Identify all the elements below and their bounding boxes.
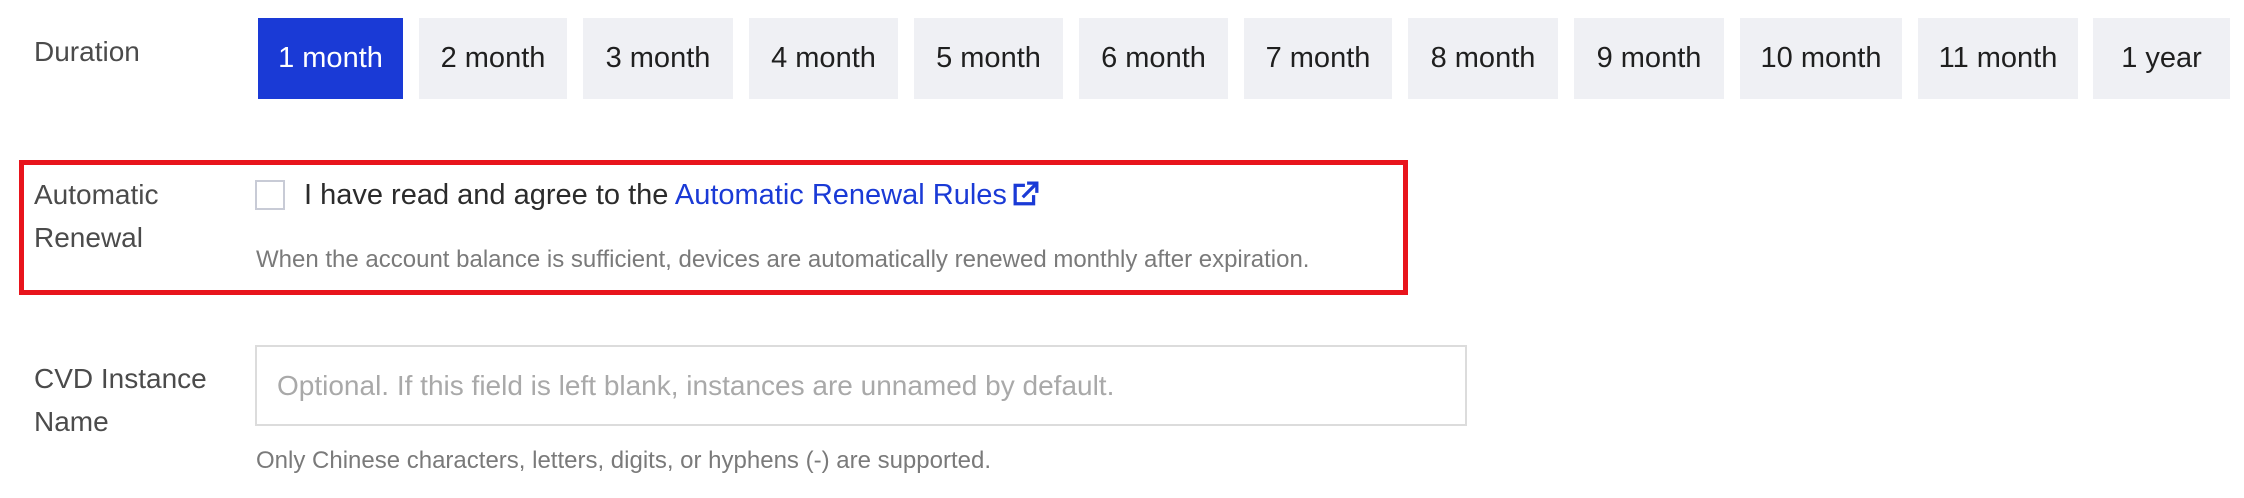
duration-option-4-month[interactable]: 4 month [749, 18, 898, 99]
auto-renewal-label: Automatic Renewal [34, 179, 159, 253]
auto-renewal-checkbox[interactable] [255, 180, 285, 210]
duration-option-6-month[interactable]: 6 month [1079, 18, 1228, 99]
instance-name-help-text: Only Chinese characters, letters, digits… [256, 447, 991, 474]
duration-option-1-year[interactable]: 1 year [2093, 18, 2230, 99]
agree-text: I have read and agree to the [304, 179, 669, 211]
duration-option-10-month[interactable]: 10 month [1740, 18, 1902, 99]
duration-option-1-month[interactable]: 1 month [258, 18, 403, 99]
duration-option-3-month[interactable]: 3 month [583, 18, 733, 99]
instance-name-input[interactable] [255, 345, 1467, 426]
duration-option-7-month[interactable]: 7 month [1244, 18, 1392, 99]
duration-label: Duration [34, 36, 140, 67]
auto-renewal-agreement: I have read and agree to the Automatic R… [304, 175, 1039, 215]
auto-renewal-help-text: When the account balance is sufficient, … [256, 246, 1310, 273]
duration-option-11-month[interactable]: 11 month [1918, 18, 2078, 99]
automatic-renewal-rules-link[interactable]: Automatic Renewal Rules [675, 179, 1007, 211]
duration-option-9-month[interactable]: 9 month [1574, 18, 1724, 99]
external-link-icon[interactable] [1013, 181, 1039, 207]
duration-option-2-month[interactable]: 2 month [419, 18, 567, 99]
duration-option-5-month[interactable]: 5 month [914, 18, 1063, 99]
duration-option-8-month[interactable]: 8 month [1408, 18, 1558, 99]
instance-name-label: CVD Instance Name [34, 363, 207, 437]
